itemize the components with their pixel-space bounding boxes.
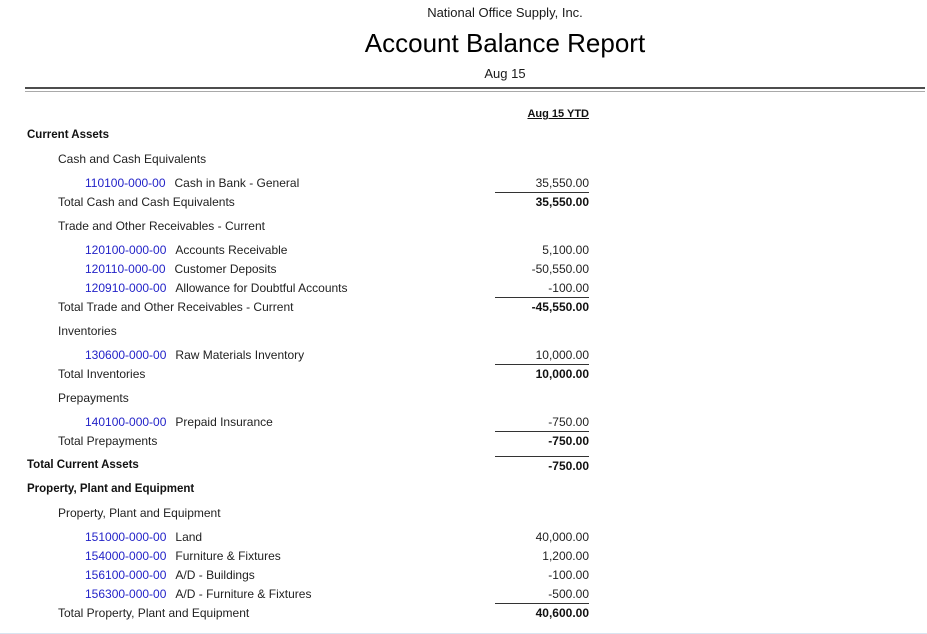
account-balance: -500.00 bbox=[495, 585, 589, 604]
account-row: 156100-000-00 A/D - Buildings -100.00 bbox=[27, 566, 589, 585]
account-code-link[interactable]: 130600-000-00 bbox=[85, 348, 166, 362]
account-name: Prepaid Insurance bbox=[175, 415, 272, 429]
value-column-header: Aug 15 YTD bbox=[527, 108, 589, 120]
account-balance: -100.00 bbox=[495, 279, 589, 298]
group-total-label: Total Trade and Other Receivables - Curr… bbox=[27, 298, 495, 317]
group-total-row: Total Cash and Cash Equivalents 35,550.0… bbox=[27, 193, 589, 212]
account-balance: 5,100.00 bbox=[495, 241, 589, 260]
account-code-link[interactable]: 120110-000-00 bbox=[85, 262, 166, 276]
account-name: Allowance for Doubtful Accounts bbox=[175, 281, 347, 295]
account-code-link[interactable]: 120910-000-00 bbox=[85, 281, 166, 295]
group-total-balance: -750.00 bbox=[495, 432, 589, 451]
account-name: Land bbox=[175, 530, 202, 544]
account-code-link[interactable]: 156300-000-00 bbox=[85, 587, 166, 601]
section-total-label: Total Current Assets bbox=[27, 456, 495, 475]
account-name: Raw Materials Inventory bbox=[175, 348, 304, 362]
group-total-label: Total Property, Plant and Equipment bbox=[27, 604, 495, 623]
header-divider-rule bbox=[25, 87, 925, 92]
account-name: Accounts Receivable bbox=[175, 243, 287, 257]
account-code-link[interactable]: 154000-000-00 bbox=[85, 549, 166, 563]
group-header-row: Prepayments bbox=[27, 389, 589, 408]
group-total-label: Total Cash and Cash Equivalents bbox=[27, 193, 495, 212]
account-row: 110100-000-00 Cash in Bank - General 35,5… bbox=[27, 174, 589, 193]
report-body: Current Assets Cash and Cash Equivalents… bbox=[27, 126, 589, 623]
section-header-row: Current Assets bbox=[27, 126, 589, 145]
group-total-balance: 10,000.00 bbox=[495, 365, 589, 384]
group-header-row: Cash and Cash Equivalents bbox=[27, 150, 589, 169]
account-code-link[interactable]: 140100-000-00 bbox=[85, 415, 166, 429]
account-code-link[interactable]: 156100-000-00 bbox=[85, 568, 166, 582]
account-balance: 35,550.00 bbox=[495, 174, 589, 193]
group-header-row: Property, Plant and Equipment bbox=[27, 504, 589, 523]
group-total-label: Total Prepayments bbox=[27, 432, 495, 451]
section-total-balance: -750.00 bbox=[495, 456, 589, 475]
group-label: Property, Plant and Equipment bbox=[27, 504, 589, 523]
account-balance: 1,200.00 bbox=[495, 547, 589, 566]
account-name: Cash in Bank - General bbox=[175, 176, 300, 190]
account-row: 154000-000-00 Furniture & Fixtures 1,200.… bbox=[27, 547, 589, 566]
group-label: Inventories bbox=[27, 322, 589, 341]
account-row: 156300-000-00A/D - Furniture & Fixtures … bbox=[27, 585, 589, 604]
account-name: A/D - Furniture & Fixtures bbox=[175, 587, 311, 601]
report-date: Aug 15 bbox=[83, 66, 927, 82]
group-total-balance: 40,600.00 bbox=[495, 604, 589, 623]
company-name: National Office Supply, Inc. bbox=[83, 5, 927, 21]
group-total-balance: -45,550.00 bbox=[495, 298, 589, 317]
report-title: Account Balance Report bbox=[83, 29, 927, 58]
account-code-link[interactable]: 151000-000-00 bbox=[85, 530, 166, 544]
account-name: A/D - Buildings bbox=[175, 568, 254, 582]
group-total-row: Total Trade and Other Receivables - Curr… bbox=[27, 298, 589, 317]
group-header-row: Trade and Other Receivables - Current bbox=[27, 217, 589, 236]
section-total-row: Total Current Assets -750.00 bbox=[27, 456, 589, 475]
group-total-row: Total Property, Plant and Equipment 40,6… bbox=[27, 604, 589, 623]
account-name: Furniture & Fixtures bbox=[175, 549, 280, 563]
account-balance: 40,000.00 bbox=[495, 528, 589, 547]
group-total-balance: 35,550.00 bbox=[495, 193, 589, 212]
account-row: 140100-000-00 Prepaid Insurance -750.00 bbox=[27, 413, 589, 432]
group-total-row: Total Inventories 10,000.00 bbox=[27, 365, 589, 384]
section-label: Current Assets bbox=[27, 126, 589, 145]
group-label: Cash and Cash Equivalents bbox=[27, 150, 589, 169]
account-name: Customer Deposits bbox=[175, 262, 277, 276]
section-label: Property, Plant and Equipment bbox=[27, 480, 589, 499]
account-code-link[interactable]: 110100-000-00 bbox=[85, 176, 166, 190]
group-total-row: Total Prepayments -750.00 bbox=[27, 432, 589, 451]
group-label: Prepayments bbox=[27, 389, 589, 408]
account-row: 120100-000-00 Accounts Receivable 5,100.0… bbox=[27, 241, 589, 260]
report-header: National Office Supply, Inc. Account Bal… bbox=[0, 0, 927, 82]
account-code-link[interactable]: 120100-000-00 bbox=[85, 243, 166, 257]
column-header-row: Aug 15 YTD bbox=[27, 107, 589, 121]
section-header-row: Property, Plant and Equipment bbox=[27, 480, 589, 499]
group-label: Trade and Other Receivables - Current bbox=[27, 217, 589, 236]
account-balance: 10,000.00 bbox=[495, 346, 589, 365]
account-balance: -750.00 bbox=[495, 413, 589, 432]
account-row: 120110-000-00 Customer Deposits -50,550.0… bbox=[27, 260, 589, 279]
account-row: 120910-000-00 Allowance for Doubtful Acco… bbox=[27, 279, 589, 298]
account-row: 130600-000-00 Raw Materials Inventory 10,… bbox=[27, 346, 589, 365]
account-row: 151000-000-00 Land 40,000.00 bbox=[27, 528, 589, 547]
account-balance: -50,550.00 bbox=[495, 260, 589, 279]
group-header-row: Inventories bbox=[27, 322, 589, 341]
account-balance: -100.00 bbox=[495, 566, 589, 585]
group-total-label: Total Inventories bbox=[27, 365, 495, 384]
